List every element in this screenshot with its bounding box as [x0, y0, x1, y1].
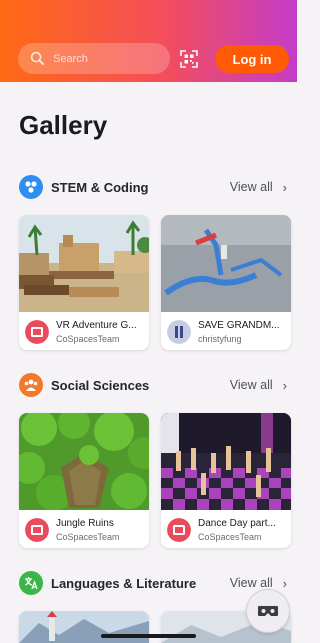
card-info: VR Adventure G... CoSpacesTeam	[19, 313, 149, 350]
search-bar[interactable]: Search	[18, 43, 170, 74]
view-all-link[interactable]: View all ›	[230, 180, 287, 195]
card-author: christyfung	[198, 334, 242, 344]
project-thumbnail	[19, 413, 149, 510]
section-header-stem: STEM & Coding View all ›	[19, 174, 287, 200]
login-button[interactable]: Log in	[215, 45, 289, 73]
card-author: CoSpacesTeam	[56, 334, 120, 344]
view-all-link[interactable]: View all ›	[230, 576, 287, 591]
user-avatar	[167, 320, 191, 344]
section-title: Languages & Literature	[51, 575, 197, 591]
card-title: SAVE GRANDM...	[198, 320, 280, 331]
search-icon	[30, 51, 44, 65]
card-title: VR Adventure G...	[56, 320, 137, 331]
page-title: Gallery	[19, 110, 108, 140]
cospaces-logo-avatar	[167, 518, 191, 542]
chevron-right-icon: ›	[282, 575, 287, 591]
card-info: Jungle Ruins CoSpacesTeam	[19, 511, 149, 548]
view-all-label: View all	[229, 378, 273, 392]
card-info: SAVE GRANDM... christyfung	[161, 313, 291, 350]
search-placeholder: Search	[53, 52, 88, 65]
card-title: Jungle Ruins	[56, 518, 114, 529]
section-title: STEM & Coding	[51, 179, 149, 195]
card-info: Dance Day part... CoSpacesTeam	[161, 511, 291, 548]
home-indicator	[101, 634, 196, 638]
section-header-languages: Languages & Literature View all ›	[19, 570, 287, 596]
project-card[interactable]	[19, 611, 149, 643]
app-header: Search Log in	[0, 0, 297, 82]
section-title: Social Sciences	[51, 377, 150, 393]
atom-icon	[19, 175, 43, 199]
qr-scan-icon[interactable]	[180, 50, 198, 68]
project-card[interactable]: Dance Day part... CoSpacesTeam	[161, 413, 291, 548]
cospaces-logo-avatar	[25, 518, 49, 542]
view-all-label: View all	[229, 576, 273, 590]
translate-icon	[19, 571, 43, 595]
project-thumbnail	[19, 215, 149, 312]
project-thumbnail	[161, 215, 291, 312]
card-author: CoSpacesTeam	[198, 532, 262, 542]
project-card[interactable]: SAVE GRANDM... christyfung	[161, 215, 291, 350]
chevron-right-icon: ›	[282, 377, 287, 393]
view-all-label: View all	[229, 180, 273, 194]
view-all-link[interactable]: View all ›	[230, 378, 287, 393]
vr-headset-icon	[258, 606, 278, 616]
project-thumbnail	[19, 611, 149, 643]
project-card[interactable]: VR Adventure G... CoSpacesTeam	[19, 215, 149, 350]
chevron-right-icon: ›	[282, 179, 287, 195]
people-icon	[19, 373, 43, 397]
project-thumbnail	[161, 413, 291, 510]
section-header-social: Social Sciences View all ›	[19, 372, 287, 398]
vr-mode-button[interactable]	[246, 589, 290, 633]
project-card[interactable]: Jungle Ruins CoSpacesTeam	[19, 413, 149, 548]
card-title: Dance Day part...	[198, 518, 276, 529]
cospaces-logo-avatar	[25, 320, 49, 344]
card-author: CoSpacesTeam	[56, 532, 120, 542]
